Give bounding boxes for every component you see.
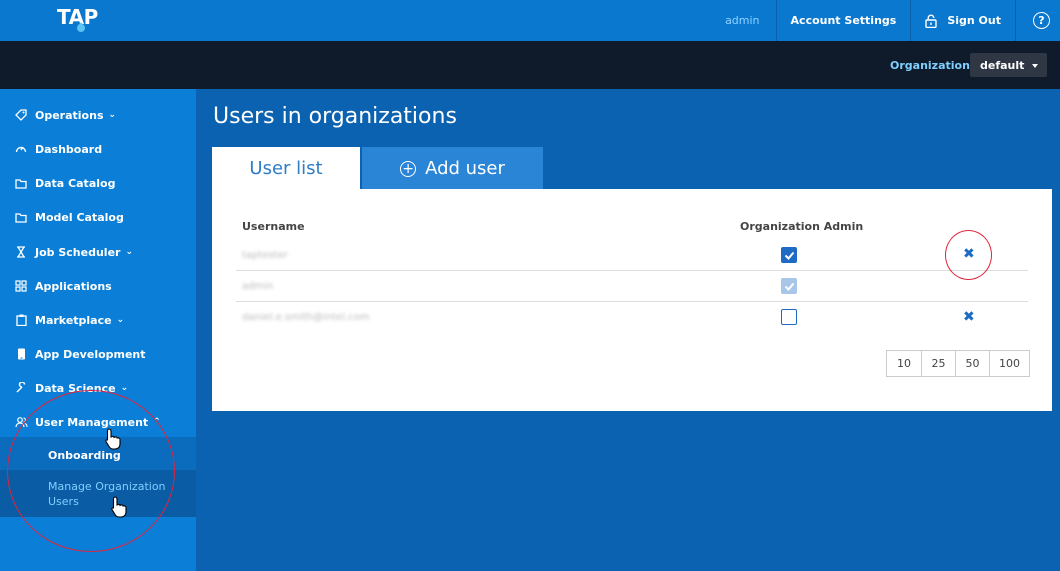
tap-logo[interactable]: TAP — [57, 5, 98, 34]
user-list-panel: Username Organization Admin taptester ✖ … — [212, 189, 1052, 411]
sidebar-item-label: Job Scheduler — [35, 245, 121, 259]
hourglass-icon — [14, 245, 28, 259]
folder-icon — [14, 176, 28, 190]
tab-add-user-label: Add user — [425, 158, 505, 179]
organization-admin-checkbox[interactable] — [781, 309, 797, 325]
organization-selected-value: default — [980, 58, 1025, 72]
grid-icon — [14, 279, 28, 293]
column-header-organization-admin: Organization Admin — [740, 220, 864, 233]
check-icon — [784, 282, 794, 291]
help-icon: ? — [1033, 12, 1050, 29]
top-navbar: TAP admin Account Settings Sign Out ? — [0, 0, 1060, 41]
page-title: Users in organizations — [213, 104, 457, 129]
remove-user-button[interactable]: ✖ — [963, 309, 975, 325]
caret-down-icon — [1032, 64, 1038, 68]
organization-label: Organization: — [890, 59, 975, 72]
account-settings-link[interactable]: Account Settings — [775, 0, 911, 41]
plus-circle-icon: + — [400, 160, 417, 177]
sidebar-item-label: Operations — [35, 108, 104, 122]
tab-add-user[interactable]: + Add user — [362, 147, 543, 190]
sidebar-item-model-catalog[interactable]: Model Catalog — [14, 208, 124, 226]
sidebar-item-label: Marketplace — [35, 313, 112, 327]
tab-user-list[interactable]: User list — [212, 147, 360, 190]
organization-select[interactable]: default — [970, 53, 1047, 77]
lock-icon — [925, 14, 938, 28]
sidebar-item-label: Model Catalog — [35, 210, 124, 224]
chevron-down-icon: ⌄ — [108, 110, 117, 120]
help-button[interactable]: ? — [1015, 0, 1060, 41]
chevron-down-icon: ⌄ — [120, 383, 129, 393]
sidebar-item-applications[interactable]: Applications — [14, 277, 112, 295]
check-icon — [784, 251, 794, 260]
page-size-50[interactable]: 50 — [955, 351, 989, 376]
clipboard-icon — [14, 313, 28, 327]
hand-cursor-icon — [111, 496, 127, 518]
table-row: taptester ✖ — [236, 240, 1028, 271]
sign-out-button[interactable]: Sign Out — [910, 0, 1015, 41]
sidebar-item-app-development[interactable]: App Development — [14, 345, 146, 363]
sidebar-item-label: Data Catalog — [35, 176, 116, 190]
gauge-icon — [14, 142, 28, 156]
chevron-down-icon: ⌄ — [116, 315, 125, 325]
wrench-icon — [14, 381, 28, 395]
username-cell: taptester — [242, 250, 288, 261]
organization-admin-checkbox — [781, 278, 797, 294]
column-header-username: Username — [242, 220, 305, 233]
page-size-10[interactable]: 10 — [887, 351, 921, 376]
username-cell: admin — [242, 281, 274, 292]
sidebar-item-label: App Development — [35, 347, 146, 361]
annotation-circle — [7, 390, 175, 552]
table-row: daniel.e.smith@intel.com ✖ — [236, 302, 1028, 333]
page-size-25[interactable]: 25 — [921, 351, 955, 376]
tag-icon — [14, 108, 28, 122]
username-cell: daniel.e.smith@intel.com — [242, 312, 370, 323]
sidebar-item-label: Dashboard — [35, 142, 103, 156]
page-size-100[interactable]: 100 — [989, 351, 1029, 376]
folder-icon — [14, 210, 28, 224]
organization-admin-checkbox[interactable] — [781, 247, 797, 263]
hand-cursor-icon — [105, 428, 121, 450]
sidebar-item-dashboard[interactable]: Dashboard — [14, 140, 102, 158]
sidebar-item-operations[interactable]: Operations ⌄ — [14, 106, 116, 124]
page-size-selector: 10 25 50 100 — [886, 350, 1030, 377]
chevron-down-icon: ⌄ — [125, 247, 133, 257]
table-row: admin — [236, 271, 1028, 302]
sign-out-label: Sign Out — [947, 14, 1001, 27]
sidebar-item-marketplace[interactable]: Marketplace ⌄ — [14, 311, 124, 329]
phone-icon — [14, 347, 28, 361]
annotation-circle — [945, 230, 992, 280]
sidebar-item-data-catalog[interactable]: Data Catalog — [14, 174, 115, 192]
sidebar-item-job-scheduler[interactable]: Job Scheduler ⌄ — [14, 243, 133, 261]
sidebar-item-label: Applications — [35, 279, 112, 293]
current-user[interactable]: admin — [709, 0, 775, 41]
